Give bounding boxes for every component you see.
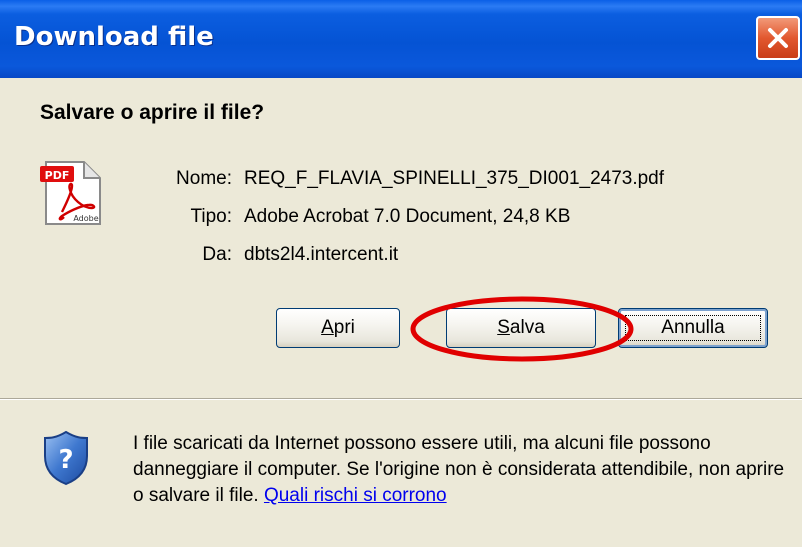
focus-ring (625, 315, 761, 341)
open-button-label: pri (333, 317, 355, 338)
file-type-value: Adobe Acrobat 7.0 Document, 24,8 KB (244, 206, 571, 227)
file-name-value: REQ_F_FLAVIA_SPINELLI_375_DI001_2473.pdf (244, 168, 665, 189)
file-source-value: dbts2l4.intercent.it (244, 244, 399, 265)
cancel-button[interactable]: Annulla (618, 308, 768, 348)
file-type-label: Tipo: (190, 206, 232, 227)
divider-highlight (0, 399, 802, 400)
dialog-body: Salvare o aprire il file? PDF Adobe Nome… (0, 78, 802, 547)
close-icon (768, 28, 788, 48)
file-name-label: Nome: (176, 168, 232, 189)
title-bar[interactable]: Download file (0, 0, 802, 78)
open-button-mnemonic: A (321, 317, 334, 338)
download-dialog: Download file Salvare o aprire il file? … (0, 0, 802, 547)
close-button[interactable] (756, 16, 800, 60)
warning-text: I file scaricati da Internet possono ess… (133, 433, 785, 506)
svg-text:?: ? (58, 445, 73, 475)
file-name-row: Nome: REQ_F_FLAVIA_SPINELLI_375_DI001_24… (0, 168, 802, 192)
window-title: Download file (14, 22, 214, 52)
shield-question-icon: ? (44, 430, 88, 486)
file-source-label: Da: (202, 244, 232, 265)
file-source-row: Da: dbts2l4.intercent.it (0, 244, 802, 268)
file-type-row: Tipo: Adobe Acrobat 7.0 Document, 24,8 K… (0, 206, 802, 230)
security-warning: I file scaricati da Internet possono ess… (133, 431, 793, 509)
open-button[interactable]: Apri (276, 308, 400, 348)
highlight-ellipse (410, 296, 634, 362)
dialog-question: Salvare o aprire il file? (40, 101, 265, 124)
risks-link[interactable]: Quali rischi si corrono (264, 485, 447, 506)
